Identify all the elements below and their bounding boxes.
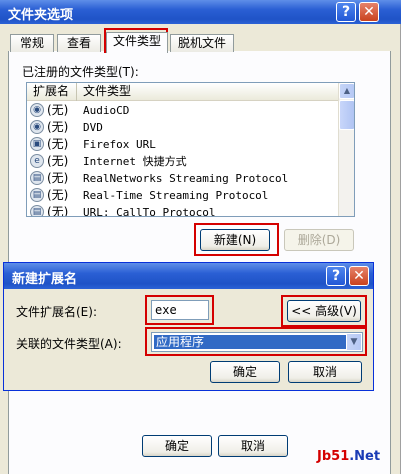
outer-cancel-button[interactable]: 取消: [218, 435, 288, 457]
list-item-type: URL: CallTo Protocol: [83, 206, 216, 217]
extension-input[interactable]: exe: [151, 300, 209, 320]
tab-general[interactable]: 常规: [10, 34, 54, 52]
dialog-title: 新建扩展名: [12, 272, 78, 287]
list-item-extension: (无): [47, 154, 69, 168]
list-item[interactable]: ▤ (无) Real-Time Streaming Protocol: [27, 187, 340, 204]
list-item-extension: (无): [47, 137, 69, 151]
delete-button[interactable]: 删除(D): [284, 229, 354, 251]
help-icon[interactable]: ?: [336, 2, 356, 22]
column-file-type[interactable]: 文件类型: [77, 83, 340, 101]
list-header: 扩展名 文件类型: [27, 83, 340, 101]
list-item[interactable]: ◉ (无) AudioCD: [27, 102, 340, 119]
list-item-type: RealNetworks Streaming Protocol: [83, 172, 289, 185]
list-scrollbar[interactable]: ▲: [338, 83, 354, 216]
new-extension-dialog: 新建扩展名 ? ✕ 文件扩展名(E): exe << 高级(V) 关联的文件类型…: [3, 262, 374, 391]
chevron-down-icon[interactable]: ▼: [346, 333, 362, 351]
folder-options-titlebar[interactable]: 文件夹选项 ? ✕: [0, 0, 401, 24]
tab-offline-files[interactable]: 脱机文件: [170, 34, 234, 52]
dvd-icon: ◉: [30, 120, 44, 134]
list-item-extension: (无): [47, 171, 69, 185]
help-icon[interactable]: ?: [326, 266, 346, 286]
registered-file-types-label: 已注册的文件类型(T):: [22, 65, 139, 79]
list-item[interactable]: ▤ (无) RealNetworks Streaming Protocol: [27, 170, 340, 187]
associated-type-value: 应用程序: [154, 335, 350, 349]
list-item-type: Real-Time Streaming Protocol: [83, 189, 269, 202]
protocol-icon: ▤: [30, 188, 44, 202]
tab-view[interactable]: 查看: [57, 34, 101, 52]
window-title: 文件夹选项: [8, 8, 74, 23]
outer-ok-button[interactable]: 确定: [142, 435, 212, 457]
close-icon[interactable]: ✕: [349, 266, 369, 286]
list-item[interactable]: ▣ (无) Firefox URL: [27, 136, 340, 153]
list-item-type: AudioCD: [83, 104, 130, 117]
extension-label: 文件扩展名(E):: [16, 305, 97, 319]
list-item-extension: (无): [47, 205, 69, 217]
advanced-button[interactable]: << 高级(V): [287, 300, 361, 322]
scroll-up-icon[interactable]: ▲: [339, 83, 354, 99]
dialog-ok-button[interactable]: 确定: [210, 361, 280, 383]
list-item[interactable]: ◉ (无) DVD: [27, 119, 340, 136]
firefox-url-icon: ▣: [30, 137, 44, 151]
associated-type-label: 关联的文件类型(A):: [16, 337, 122, 351]
scroll-thumb[interactable]: [339, 100, 354, 130]
watermark-jb51: Jb51: [317, 449, 350, 464]
tab-file-types[interactable]: 文件类型: [106, 32, 168, 53]
dialog-cancel-button[interactable]: 取消: [288, 361, 362, 383]
protocol-icon: ▤: [30, 205, 44, 216]
new-extension-titlebar[interactable]: 新建扩展名 ? ✕: [4, 263, 373, 289]
tab-strip: 常规 查看 文件类型 脱机文件: [8, 32, 394, 53]
audio-cd-icon: ◉: [30, 103, 44, 117]
column-extension[interactable]: 扩展名: [27, 83, 77, 101]
close-icon[interactable]: ✕: [359, 2, 379, 22]
list-item-type: Firefox URL: [83, 138, 156, 151]
dialog-body: 文件扩展名(E): exe << 高级(V) 关联的文件类型(A): 应用程序 …: [6, 289, 371, 390]
internet-shortcut-icon: e: [30, 154, 44, 168]
list-item-type: Internet 快捷方式: [83, 155, 187, 168]
associated-type-select[interactable]: 应用程序 ▼: [151, 332, 363, 352]
protocol-icon: ▤: [30, 171, 44, 185]
list-item-extension: (无): [47, 188, 69, 202]
list-item[interactable]: e (无) Internet 快捷方式: [27, 153, 340, 170]
new-button[interactable]: 新建(N): [200, 229, 270, 251]
folder-options-window: 文件夹选项 ? ✕ 常规 查看 文件类型 脱机文件 已注册的文件类型(T): 扩…: [0, 0, 401, 474]
file-types-list[interactable]: 扩展名 文件类型 ◉ (无) AudioCD ◉ (无) DVD ▣ (无) Firefox U…: [26, 82, 355, 217]
site-watermark: Jb51.Net: [317, 449, 380, 464]
list-item[interactable]: ▤ (无) URL: CallTo Protocol: [27, 204, 340, 217]
list-item-type: DVD: [83, 121, 103, 134]
watermark-net: .Net: [349, 449, 381, 464]
list-item-extension: (无): [47, 120, 69, 134]
list-item-extension: (无): [47, 103, 69, 117]
